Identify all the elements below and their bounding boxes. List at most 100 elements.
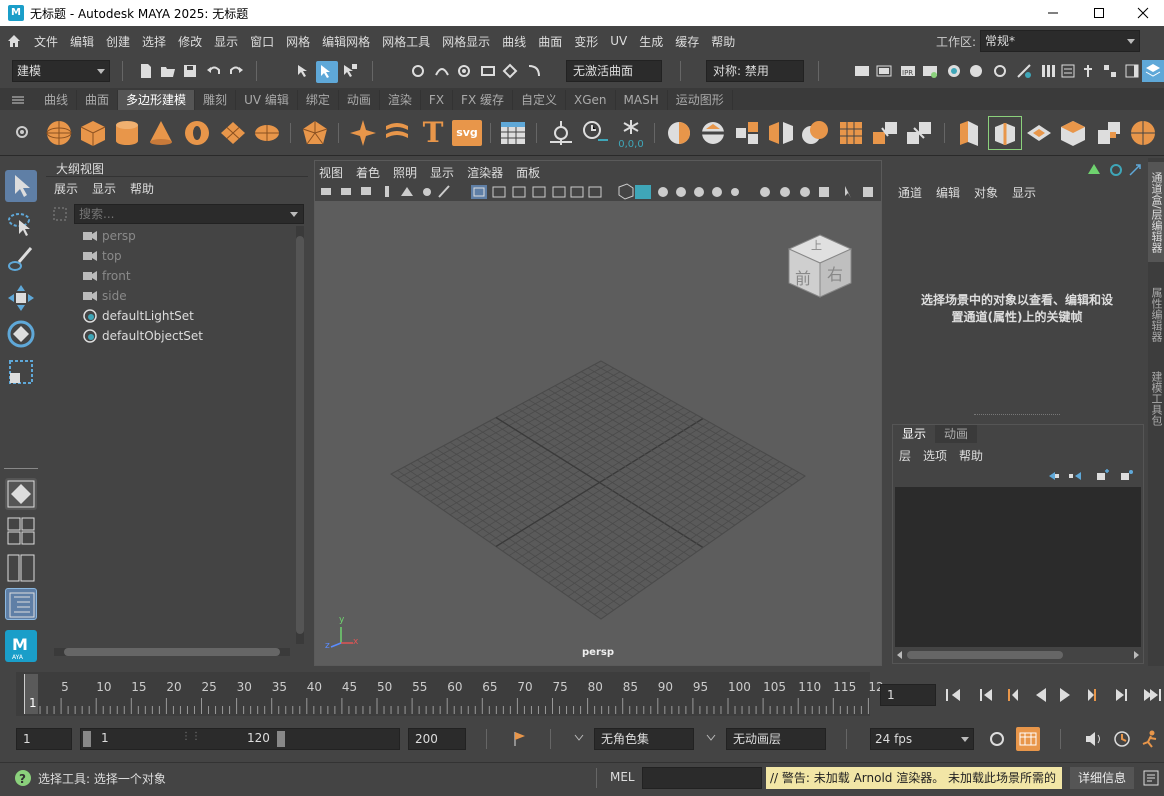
poly-cylinder-icon[interactable]	[112, 118, 142, 148]
undo-icon[interactable]	[206, 63, 222, 79]
shelf-tab-6[interactable]: 动画	[339, 90, 380, 110]
outliner-item[interactable]: front	[82, 266, 292, 286]
select-hierarchy-icon[interactable]	[296, 63, 312, 79]
tab-attribute-editor[interactable]: 属性编辑器	[1148, 274, 1164, 354]
chevron-down-icon[interactable]	[706, 734, 716, 742]
poly-plane-icon[interactable]	[218, 118, 248, 148]
minimize-button[interactable]	[1030, 0, 1076, 26]
script-editor-icon[interactable]	[1142, 769, 1160, 787]
append-icon[interactable]	[1058, 118, 1088, 148]
select-tool-button[interactable]	[5, 170, 37, 202]
viewport-menu-item-2[interactable]: 照明	[393, 164, 417, 181]
menu-item-5[interactable]: 显示	[208, 33, 244, 50]
outliner-search-input[interactable]	[74, 204, 304, 224]
combine-icon[interactable]	[664, 118, 694, 148]
menu-item-1[interactable]: 编辑	[64, 33, 100, 50]
layer-menu-item-2[interactable]: 帮助	[959, 447, 983, 464]
menu-item-4[interactable]: 修改	[172, 33, 208, 50]
tab-modeling-toolkit[interactable]: 建模工具包	[1148, 358, 1164, 438]
menu-item-16[interactable]: 缓存	[669, 33, 705, 50]
splitter-handle[interactable]	[974, 414, 1060, 415]
fps-select[interactable]: 24 fps	[870, 728, 974, 750]
shelf-tab-8[interactable]: FX	[421, 90, 454, 110]
toggle-modeling-toolkit-icon[interactable]	[1016, 63, 1032, 79]
render-view-icon[interactable]	[854, 63, 870, 79]
ipr-render-icon[interactable]: IPR	[900, 63, 916, 79]
outliner-layout-button[interactable]	[5, 588, 37, 620]
platonic-solid-icon[interactable]	[300, 118, 330, 148]
fill-hole-icon[interactable]	[1094, 118, 1124, 148]
character-set-field[interactable]: 无角色集	[594, 728, 694, 750]
outliner-item[interactable]: persp	[82, 226, 292, 246]
symmetry-field[interactable]: 对称: 禁用	[706, 60, 804, 82]
menu-item-17[interactable]: 帮助	[705, 33, 741, 50]
outliner-menu-item-0[interactable]: 展示	[54, 180, 78, 197]
layer-buttons-icon[interactable]	[1045, 469, 1141, 483]
close-button[interactable]	[1120, 0, 1164, 26]
details-button[interactable]: 详细信息	[1070, 767, 1134, 789]
home-button[interactable]	[0, 26, 28, 56]
channel-box-menu-item-3[interactable]: 显示	[1012, 184, 1036, 201]
playback-speed-icon[interactable]	[1112, 729, 1132, 749]
layer-tab-0[interactable]: 显示	[893, 425, 936, 443]
pivot-icon[interactable]	[546, 118, 576, 148]
range-slider-track[interactable]: 1 ⋮⋮ 120	[80, 728, 400, 750]
menu-item-8[interactable]: 编辑网格	[316, 33, 376, 50]
menu-item-10[interactable]: 网格显示	[436, 33, 496, 50]
viewport-menu-item-3[interactable]: 显示	[430, 164, 454, 181]
sound-icon[interactable]	[1084, 730, 1102, 748]
bridge-button[interactable]	[988, 116, 1022, 150]
current-frame-field[interactable]: 1	[880, 684, 936, 706]
snap-curve-icon[interactable]	[434, 63, 450, 79]
mirror-icon[interactable]	[766, 118, 796, 148]
layer-menu-item-1[interactable]: 选项	[923, 447, 947, 464]
layer-menu-item-0[interactable]: 层	[899, 447, 911, 464]
menu-item-11[interactable]: 曲线	[496, 33, 532, 50]
tab-channel-box-layer-editor[interactable]: 通道盒/层编辑器	[1148, 162, 1164, 262]
maximize-button[interactable]	[1076, 0, 1122, 26]
shelf-tab-0[interactable]: 曲线	[36, 90, 78, 110]
new-scene-icon[interactable]	[138, 63, 154, 79]
rotate-tool-button[interactable]	[5, 318, 37, 350]
timeline-track[interactable]: 0510152025303540455055606570758085909510…	[16, 672, 884, 716]
save-scene-icon[interactable]	[182, 63, 198, 79]
viewport-menu-item-5[interactable]: 面板	[516, 164, 540, 181]
workspace-select[interactable]: 常规*	[980, 30, 1140, 52]
four-view-button[interactable]	[5, 514, 37, 546]
shelf-tab-9[interactable]: FX 缓存	[453, 90, 513, 110]
key-tangent-icon[interactable]	[512, 730, 528, 748]
channel-box-menu-item-1[interactable]: 编辑	[936, 184, 960, 201]
redo-icon[interactable]	[228, 63, 244, 79]
time-slider[interactable]: 0510152025303540455055606570758085909510…	[0, 670, 1164, 718]
layer-hscroll-thumb[interactable]	[907, 651, 1063, 659]
shelf-tab-2[interactable]: 多边形建模	[118, 90, 196, 110]
viewport-menu-item-1[interactable]: 着色	[356, 164, 380, 181]
svg-icon[interactable]: svg	[452, 120, 482, 146]
outliner-item[interactable]: top	[82, 246, 292, 266]
lasso-tool-button[interactable]	[5, 208, 37, 240]
wedge-icon[interactable]	[1128, 118, 1158, 148]
viewport-menu-item-4[interactable]: 渲染器	[467, 164, 503, 181]
outliner-menu-item-2[interactable]: 帮助	[130, 180, 154, 197]
shelf-tab-10[interactable]: 自定义	[513, 90, 567, 110]
range-start-handle[interactable]	[83, 731, 91, 747]
command-input[interactable]	[642, 767, 762, 789]
reduce-icon[interactable]	[870, 118, 900, 148]
toggle-tool-settings-icon[interactable]	[1080, 63, 1096, 79]
extract-icon[interactable]	[732, 118, 762, 148]
remesh-icon[interactable]	[904, 118, 934, 148]
perspective-viewport[interactable]: 上 前 右 y x z persp	[315, 201, 881, 665]
outliner-menu-item-1[interactable]: 显示	[92, 180, 116, 197]
shelf-tab-4[interactable]: UV 编辑	[236, 90, 298, 110]
outliner-vscrollbar[interactable]	[296, 226, 304, 644]
start-time-field[interactable]: 1	[16, 728, 72, 750]
outliner-vscroll-thumb[interactable]	[296, 236, 304, 634]
persp-outliner-view-button[interactable]	[5, 552, 37, 584]
smooth-icon[interactable]	[836, 118, 866, 148]
maya-home-button[interactable]: M AYA	[5, 630, 37, 662]
current-time-indicator[interactable]: 1	[24, 674, 38, 714]
render-frame-icon[interactable]	[876, 63, 892, 79]
menu-item-3[interactable]: 选择	[136, 33, 172, 50]
snap-live-icon[interactable]	[502, 63, 518, 79]
menu-item-7[interactable]: 网格	[280, 33, 316, 50]
